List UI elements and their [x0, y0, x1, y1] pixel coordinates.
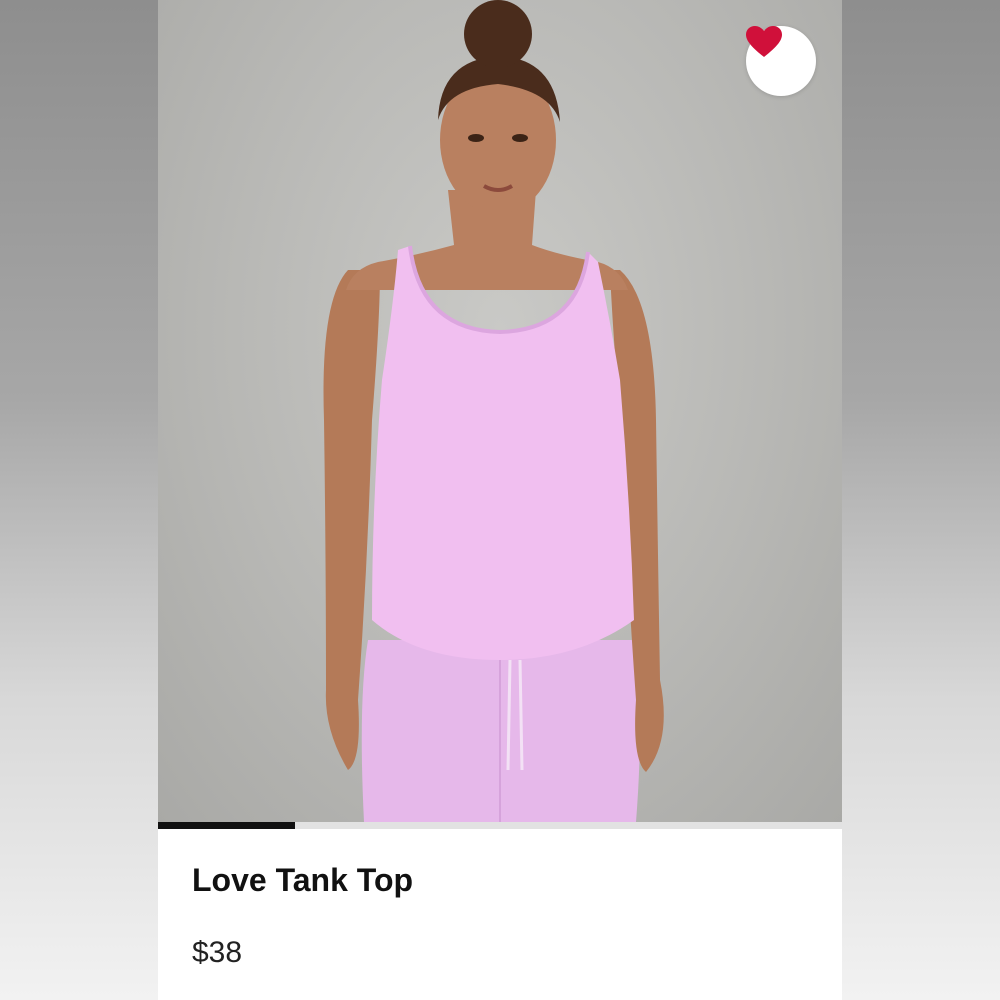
model-illustration: [323, 0, 664, 822]
favorite-button[interactable]: [746, 26, 816, 96]
gallery-progress-bar: [158, 822, 842, 829]
heart-icon: [746, 26, 782, 57]
product-card[interactable]: Love Tank Top $38: [158, 0, 842, 1000]
gallery-progress-fill: [158, 822, 295, 829]
background-right: [842, 0, 1000, 1000]
product-price: $38: [192, 936, 243, 969]
product-image[interactable]: [158, 0, 842, 822]
product-title[interactable]: Love Tank Top: [192, 862, 413, 899]
background-left: [0, 0, 158, 1000]
